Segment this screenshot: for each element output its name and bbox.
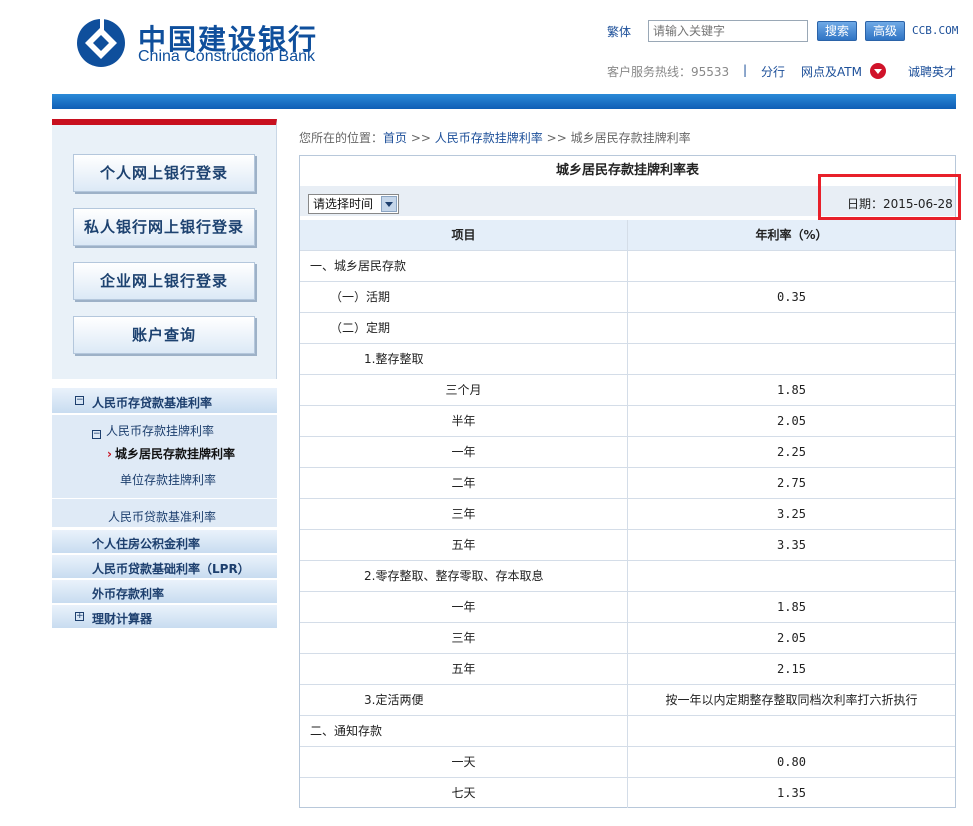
- table-cell-item: 1.整存整取: [300, 343, 627, 374]
- logo-text-en: China Construction Bank: [138, 48, 315, 65]
- table-cell-item: 五年: [300, 529, 627, 560]
- time-select-value: 请选择时间: [313, 197, 374, 211]
- breadcrumb-rmb-deposit-link[interactable]: 人民币存款挂牌利率: [435, 131, 543, 145]
- table-cell-item: 三个月: [300, 374, 627, 405]
- breadcrumb-separator: >>: [546, 131, 567, 145]
- sidebar-item-unit-deposit[interactable]: 单位存款挂牌利率: [120, 471, 216, 488]
- corporate-ebank-login-button[interactable]: 企业网上银行登录: [73, 262, 255, 300]
- sidebar-item-rmb-deposit-listed[interactable]: − 人民币存款挂牌利率: [92, 422, 214, 439]
- breadcrumb-home-link[interactable]: 首页: [383, 131, 407, 145]
- table-cell-rate: 2.15: [628, 653, 955, 684]
- table-cell-rate: [628, 715, 955, 746]
- table-cell-rate: 1.85: [628, 374, 955, 405]
- table-cell-rate: 2.05: [628, 405, 955, 436]
- table-cell-rate: 按一年以内定期整存整取同档次利率打六折执行: [628, 684, 955, 715]
- column-header-rate: 年利率（%）: [628, 220, 955, 250]
- collapse-icon[interactable]: −: [92, 430, 101, 439]
- sidebar-item-label: 人民币存贷款基准利率: [92, 396, 213, 410]
- time-select[interactable]: 请选择时间: [308, 194, 399, 214]
- expand-icon[interactable]: +: [75, 612, 84, 621]
- personal-ebank-login-button[interactable]: 个人网上银行登录: [73, 154, 255, 192]
- table-cell-item: 一年: [300, 591, 627, 622]
- table-cell-item: 七天: [300, 777, 627, 808]
- table-cell-item: 3.定活两便: [300, 684, 627, 715]
- careers-link[interactable]: 诚聘英才: [908, 63, 956, 80]
- dropdown-down-icon[interactable]: [870, 63, 886, 79]
- table-cell-rate: 3.25: [628, 498, 955, 529]
- table-cell-item: 三年: [300, 498, 627, 529]
- table-cell-item: 三年: [300, 622, 627, 653]
- breadcrumb-current: 城乡居民存款挂牌利率: [570, 131, 691, 145]
- search-input[interactable]: [648, 20, 808, 42]
- login-panel: 个人网上银行登录 私人银行网上银行登录 企业网上银行登录 账户查询: [52, 119, 277, 379]
- table-cell-item: 二年: [300, 467, 627, 498]
- private-ebank-login-button[interactable]: 私人银行网上银行登录: [73, 208, 255, 246]
- header-separator: |: [743, 63, 748, 77]
- sidebar-item-rmb-base-rate[interactable]: − 人民币存贷款基准利率: [52, 388, 277, 414]
- account-query-button[interactable]: 账户查询: [73, 316, 255, 354]
- table-cell-rate: [628, 343, 955, 374]
- table-cell-item: 一天: [300, 746, 627, 777]
- ccb-logo[interactable]: 中国建设银行 China Construction Bank: [76, 14, 366, 74]
- traditional-chinese-link[interactable]: 繁体: [607, 23, 631, 40]
- table-cell-item: 一年: [300, 436, 627, 467]
- sidebar-item-label: 人民币贷款基础利率（LPR）: [92, 562, 250, 576]
- table-cell-rate: 2.05: [628, 622, 955, 653]
- sidebar-item-label: 外币存款利率: [92, 587, 165, 601]
- submenu-rmb-base-rate: − 人民币存款挂牌利率 › 城乡居民存款挂牌利率 单位存款挂牌利率 人民币贷款基准利…: [52, 415, 277, 527]
- table-cell-rate: [628, 250, 955, 281]
- sidebar-item-label: 理财计算器: [92, 612, 153, 626]
- sidebar-item-urban-rural-active[interactable]: › 城乡居民存款挂牌利率: [107, 445, 235, 462]
- table-cell-item: （二）定期: [300, 312, 627, 343]
- sidebar-item-label: 城乡居民存款挂牌利率: [114, 447, 235, 461]
- breadcrumb-separator: >>: [410, 131, 431, 145]
- breadcrumb: 您所在的位置：首页 >> 人民币存款挂牌利率 >> 城乡居民存款挂牌利率: [299, 129, 691, 146]
- ccb-logo-icon: [77, 18, 125, 67]
- sidebar-item-calculator[interactable]: + 理财计算器: [52, 605, 277, 629]
- collapse-icon[interactable]: −: [75, 396, 84, 405]
- table-cell-rate: 3.35: [628, 529, 955, 560]
- date-highlight-box: [818, 174, 961, 220]
- chevron-down-icon[interactable]: [381, 196, 397, 212]
- table-cell-rate: 0.35: [628, 281, 955, 312]
- sidebar-item-rmb-loan-base[interactable]: 人民币贷款基准利率: [108, 508, 216, 525]
- advanced-search-button[interactable]: 高级: [865, 21, 905, 41]
- table-cell-item: 2.零存整取、整存零取、存本取息: [300, 560, 627, 591]
- table-cell-rate: [628, 560, 955, 591]
- sidebar-item-label: 个人住房公积金利率: [92, 537, 201, 551]
- branches-link[interactable]: 分行: [761, 63, 785, 80]
- hotline-text: 客户服务热线：95533: [607, 65, 730, 79]
- sidebar-item-label: 人民币存款挂牌利率: [106, 424, 215, 438]
- sidebar-item-housing-fund[interactable]: 个人住房公积金利率: [52, 530, 277, 554]
- table-cell-rate: [628, 312, 955, 343]
- table-cell-rate: 1.85: [628, 591, 955, 622]
- rate-table: 城乡居民存款挂牌利率表 请选择时间 日期：2015-06-28 项目 年利率（%…: [299, 155, 956, 808]
- table-cell-item: 二、通知存款: [300, 715, 627, 746]
- sidebar-item-lpr[interactable]: 人民币贷款基础利率（LPR）: [52, 555, 277, 579]
- chevron-right-icon: ›: [107, 447, 112, 461]
- table-cell-item: 半年: [300, 405, 627, 436]
- nav-bar: [52, 94, 956, 109]
- column-header-item: 项目: [300, 220, 627, 250]
- table-cell-item: 五年: [300, 653, 627, 684]
- table-cell-rate: 2.75: [628, 467, 955, 498]
- atm-link[interactable]: 网点及ATM: [801, 63, 862, 80]
- breadcrumb-prefix: 您所在的位置：: [299, 131, 384, 145]
- table-cell-item: （一）活期: [300, 281, 627, 312]
- table-cell-item: 一、城乡居民存款: [300, 250, 627, 281]
- table-cell-rate: 0.80: [628, 746, 955, 777]
- ccb-com-link[interactable]: CCB.COM: [912, 24, 958, 37]
- table-cell-rate: 1.35: [628, 777, 955, 808]
- search-button[interactable]: 搜索: [817, 21, 857, 41]
- sidebar-item-forex[interactable]: 外币存款利率: [52, 580, 277, 604]
- table-cell-rate: 2.25: [628, 436, 955, 467]
